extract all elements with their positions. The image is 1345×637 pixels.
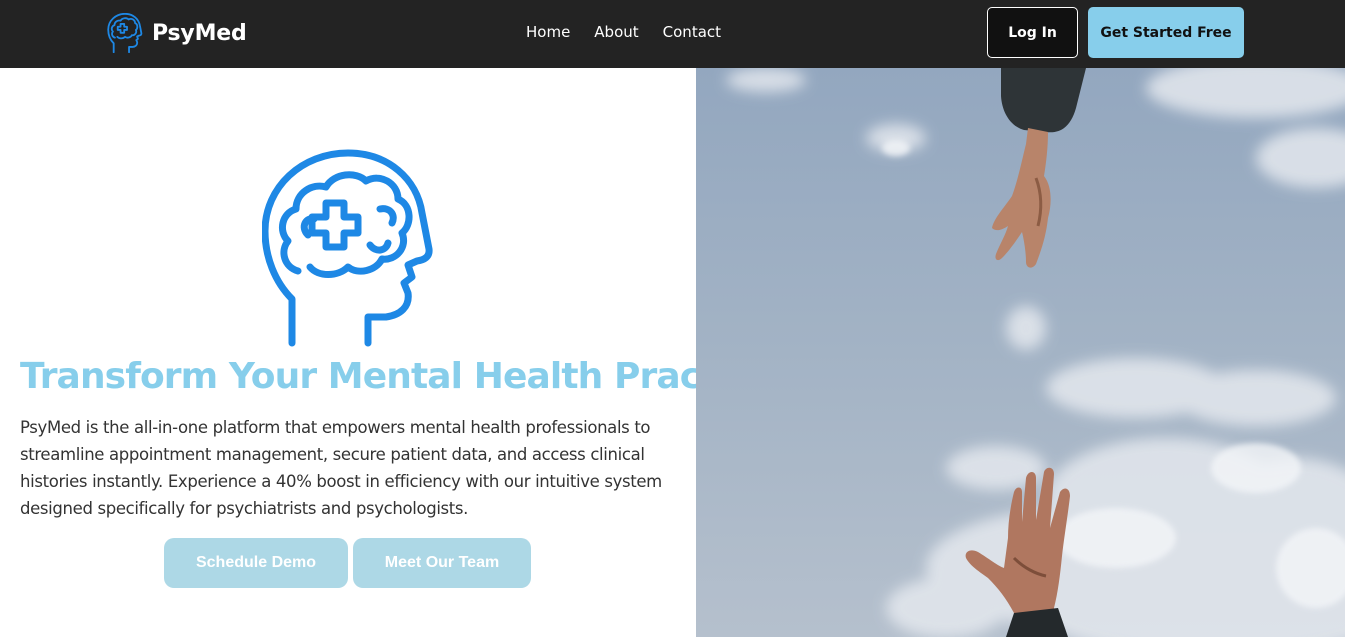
schedule-demo-button[interactable]: Schedule Demo xyxy=(164,538,348,588)
brand-name: PsyMed xyxy=(152,20,247,46)
hero-description: PsyMed is the all-in-one platform that e… xyxy=(20,418,662,518)
reaching-hands-sky-photo xyxy=(696,68,1345,637)
brain-medical-head-icon xyxy=(262,149,433,347)
nav-link-about[interactable]: About xyxy=(594,23,638,41)
nav-link-home[interactable]: Home xyxy=(526,23,570,41)
hero-cta-group: Schedule Demo Meet Our Team xyxy=(164,538,531,588)
brand-link[interactable]: PsyMed xyxy=(107,12,247,54)
navbar: PsyMed Home About Contact Log In Get Sta… xyxy=(0,0,1345,68)
hero-title: Transform Your Mental Health Practice xyxy=(20,356,773,397)
meet-team-button[interactable]: Meet Our Team xyxy=(353,538,531,588)
get-started-button[interactable]: Get Started Free xyxy=(1088,7,1244,58)
brain-head-icon xyxy=(107,13,143,53)
nav-link-contact[interactable]: Contact xyxy=(663,23,721,41)
main-nav: Home About Contact xyxy=(526,23,721,41)
hero-section: Transform Your Mental Health Practice Ps… xyxy=(0,68,773,637)
login-button[interactable]: Log In xyxy=(987,7,1078,58)
